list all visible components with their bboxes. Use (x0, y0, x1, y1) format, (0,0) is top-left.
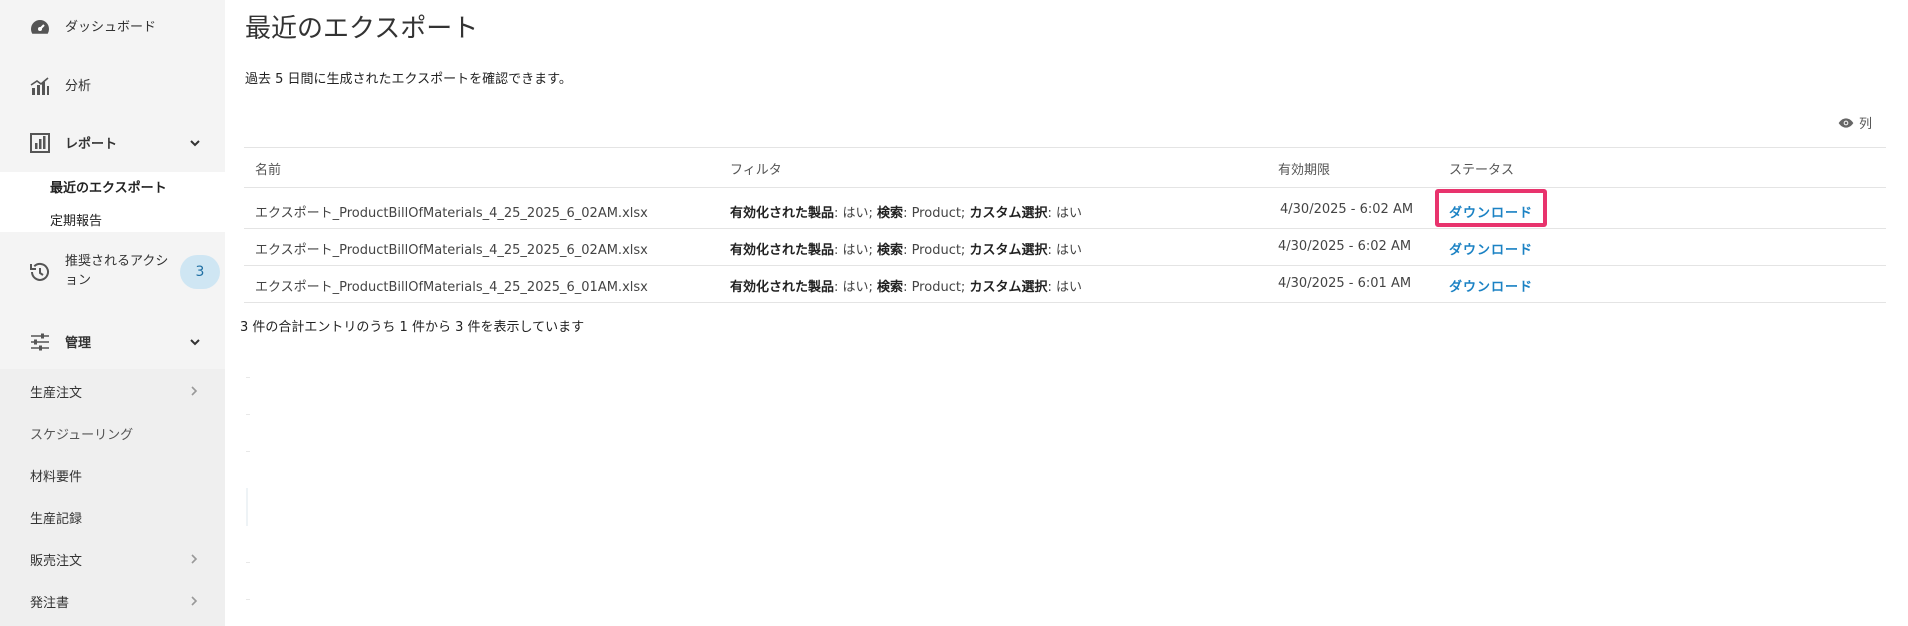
download-link[interactable]: ダウンロード (1449, 276, 1533, 295)
chevron-right-icon (188, 595, 200, 607)
filter-value: : はい (1047, 206, 1082, 221)
filter-key: 検索 (877, 243, 904, 258)
filter-value: : Product; (903, 280, 970, 295)
expiry-date: 4/30/2025 - 6:01 AM (1278, 276, 1412, 291)
filter-summary: 有効化された製品: はい; 検索: Product; カスタム選択: はい (730, 276, 1082, 295)
page-title: 最近のエクスポート (245, 14, 479, 44)
filter-summary: 有効化された製品: はい; 検索: Product; カスタム選択: はい (730, 202, 1082, 221)
filter-value: : はい; (834, 243, 878, 258)
columns-label: 列 (1859, 117, 1873, 132)
sidebar-item-label: 分析 (65, 79, 92, 94)
chevron-down-icon[interactable] (188, 136, 202, 150)
chevron-down-icon[interactable] (188, 335, 202, 349)
management-submenu (0, 369, 225, 626)
columns-toggle-button[interactable]: 列 (1838, 113, 1872, 132)
filter-value: : はい (1047, 280, 1082, 295)
filter-key: カスタム選択 (969, 280, 1048, 295)
filter-key: 検索 (877, 206, 904, 221)
ghost-mark (246, 451, 250, 452)
ghost-mark (246, 562, 250, 563)
ghost-mark (246, 377, 250, 378)
table-divider (244, 228, 1886, 229)
sidebar-subitem-material-requirements[interactable]: 材料要件 (30, 466, 82, 485)
table-divider (244, 147, 1886, 148)
column-header-status[interactable]: ステータス (1449, 159, 1514, 178)
table-divider (244, 302, 1886, 303)
download-link[interactable]: ダウンロード (1449, 239, 1533, 258)
download-link[interactable]: ダウンロード (1449, 202, 1533, 221)
file-name: エクスポート_ProductBillOfMaterials_4_25_2025_… (255, 280, 648, 295)
sidebar-item-label: ダッシュボード (65, 20, 157, 35)
file-name: エクスポート_ProductBillOfMaterials_4_25_2025_… (255, 206, 648, 221)
sidebar-subitem-scheduling[interactable]: スケジューリング (30, 424, 133, 443)
speedometer-icon (28, 15, 52, 39)
sidebar-subitem-scheduled-reports[interactable]: 定期報告 (50, 210, 102, 229)
sidebar-item-dashboard[interactable]: ダッシュボード (0, 12, 225, 42)
ghost-mark (246, 599, 250, 600)
filter-key: 検索 (877, 280, 904, 295)
ghost-mark (246, 414, 250, 415)
filter-value: : はい (1047, 243, 1082, 258)
sidebar-item-reports[interactable]: レポート (0, 128, 225, 158)
filter-value: : はい; (834, 280, 878, 295)
sidebar-item-label-line: 推奨されるアクシ (65, 254, 169, 269)
sidebar-subitem-recent-exports[interactable]: 最近のエクスポート (50, 177, 167, 196)
sidebar-item-label-line: ョン (65, 273, 92, 288)
sidebar-item-label: 推奨されるアクシ ョン (65, 252, 168, 290)
file-name: エクスポート_ProductBillOfMaterials_4_25_2025_… (255, 243, 648, 258)
sliders-icon (28, 330, 52, 354)
filter-key: カスタム選択 (969, 243, 1048, 258)
sidebar-item-label: レポート (65, 137, 118, 152)
sidebar-item-management[interactable]: 管理 (0, 327, 225, 357)
history-icon (28, 260, 52, 284)
count-badge: 3 (180, 255, 220, 289)
eye-icon (1838, 115, 1854, 131)
filter-key: 有効化された製品 (730, 280, 835, 295)
sidebar-item-analytics[interactable]: 分析 (0, 70, 225, 100)
chevron-right-icon (188, 385, 200, 397)
table-divider (244, 265, 1886, 266)
ghost-mark (246, 488, 248, 526)
sidebar-subitem-production-orders[interactable]: 生産注文 (30, 382, 82, 401)
expiry-date: 4/30/2025 - 6:02 AM (1278, 239, 1412, 254)
filter-summary: 有効化された製品: はい; 検索: Product; カスタム選択: はい (730, 239, 1082, 258)
page-description: 過去 5 日間に生成されたエクスポートを確認できます。 (245, 72, 572, 87)
sidebar-subitem-sales-orders[interactable]: 販売注文 (30, 550, 82, 569)
sidebar-subitem-purchase-orders[interactable]: 発注書 (30, 592, 69, 611)
sidebar-item-label: 管理 (65, 336, 92, 351)
filter-value: : Product; (903, 243, 970, 258)
filter-key: カスタム選択 (969, 206, 1048, 221)
column-header-expiry[interactable]: 有効期限 (1278, 159, 1330, 178)
filter-value: : はい; (834, 206, 878, 221)
table-divider (244, 187, 1886, 188)
chevron-right-icon (188, 553, 200, 565)
report-icon (28, 131, 52, 155)
column-header-name[interactable]: 名前 (255, 159, 281, 178)
filter-value: : Product; (903, 206, 970, 221)
sidebar: ダッシュボード 分析 レポート 最近のエクスポート 定期報告 推奨されるアクシ … (0, 0, 225, 626)
column-header-filter[interactable]: フィルタ (730, 159, 782, 178)
expiry-date: 4/30/2025 - 6:02 AM (1280, 202, 1414, 217)
pagination-info: 3 件の合計エントリのうち 1 件から 3 件を表示しています (240, 320, 585, 335)
sidebar-subitem-production-records[interactable]: 生産記録 (30, 508, 82, 527)
bar-chart-icon (28, 74, 52, 98)
filter-key: 有効化された製品 (730, 243, 835, 258)
filter-key: 有効化された製品 (730, 206, 835, 221)
